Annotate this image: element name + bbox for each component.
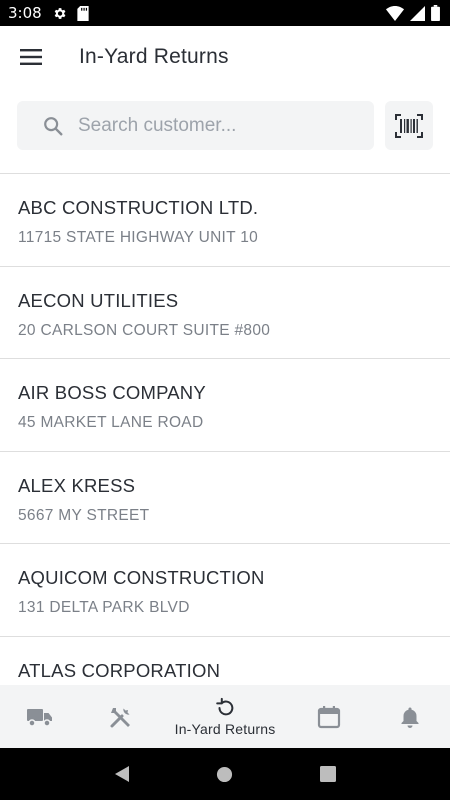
tools-icon (110, 707, 130, 727)
customer-name: AIR BOSS COMPANY (18, 382, 206, 403)
barcode-scan-icon (395, 113, 423, 138)
search-input[interactable] (78, 114, 358, 137)
battery-icon (431, 5, 440, 21)
customer-name: ALEX KRESS (18, 474, 136, 496)
customer-address: 5667 MY STREET (18, 506, 150, 524)
bell-icon (401, 707, 419, 728)
page-title: In-Yard Returns (79, 45, 229, 68)
truck-icon (27, 708, 53, 727)
signal-icon (410, 5, 425, 21)
customer-address: 20 CARLSON COURT SUITE #800 (18, 321, 271, 339)
nav-notifications[interactable] (370, 685, 450, 748)
settings-icon (52, 6, 67, 21)
customer-address: 131 DELTA PARK BLVD (18, 599, 190, 616)
customer-name: AECON UTILITIES (18, 289, 179, 311)
back-triangle-icon (114, 766, 129, 782)
customer-list: ABC CONSTRUCTION LTD. 11715 STATE HIGHWA… (0, 173, 450, 685)
customer-name: ABC CONSTRUCTION LTD. (18, 197, 259, 218)
menu-button[interactable] (0, 26, 62, 88)
list-item[interactable]: ATLAS CORPORATION (0, 637, 450, 686)
search-icon (44, 116, 63, 135)
system-home-button[interactable] (205, 754, 245, 794)
recents-square-icon (320, 766, 337, 782)
nav-in-yard-returns[interactable]: In-Yard Returns (161, 685, 290, 748)
home-circle-icon (217, 766, 233, 782)
return-icon (216, 697, 234, 715)
search-box[interactable] (17, 101, 374, 150)
system-nav-bar (0, 748, 450, 800)
list-item[interactable]: AECON UTILITIES 20 CARLSON COURT SUITE #… (0, 267, 450, 359)
hamburger-menu-icon (20, 49, 42, 65)
status-left: 3:08 (8, 4, 89, 22)
app-bar: In-Yard Returns (0, 26, 450, 88)
nav-calendar[interactable] (289, 685, 369, 748)
barcode-scan-button[interactable] (385, 101, 433, 150)
list-item[interactable]: ABC CONSTRUCTION LTD. 11715 STATE HIGHWA… (0, 174, 450, 267)
calendar-icon (318, 705, 341, 728)
search-row (17, 101, 433, 150)
customer-address: 11715 STATE HIGHWAY UNIT 10 (18, 229, 259, 246)
nav-label: In-Yard Returns (174, 720, 276, 737)
status-time: 3:08 (8, 4, 42, 22)
wifi-icon (386, 5, 404, 21)
sd-card-icon (77, 5, 89, 21)
customer-name: ATLAS CORPORATION (18, 659, 221, 681)
bottom-nav: In-Yard Returns (0, 685, 450, 748)
system-recents-button[interactable] (308, 754, 348, 794)
list-item[interactable]: ALEX KRESS 5667 MY STREET (0, 452, 450, 544)
nav-service[interactable] (80, 685, 160, 748)
list-item[interactable]: AIR BOSS COMPANY 45 MARKET LANE ROAD (0, 359, 450, 452)
status-bar: 3:08 (0, 0, 450, 26)
customer-name: AQUICOM CONSTRUCTION (18, 567, 265, 588)
status-right (386, 5, 440, 21)
system-back-button[interactable] (102, 754, 142, 794)
customer-address: 45 MARKET LANE ROAD (18, 414, 204, 431)
list-item[interactable]: AQUICOM CONSTRUCTION 131 DELTA PARK BLVD (0, 544, 450, 637)
nav-deliveries[interactable] (0, 685, 80, 748)
